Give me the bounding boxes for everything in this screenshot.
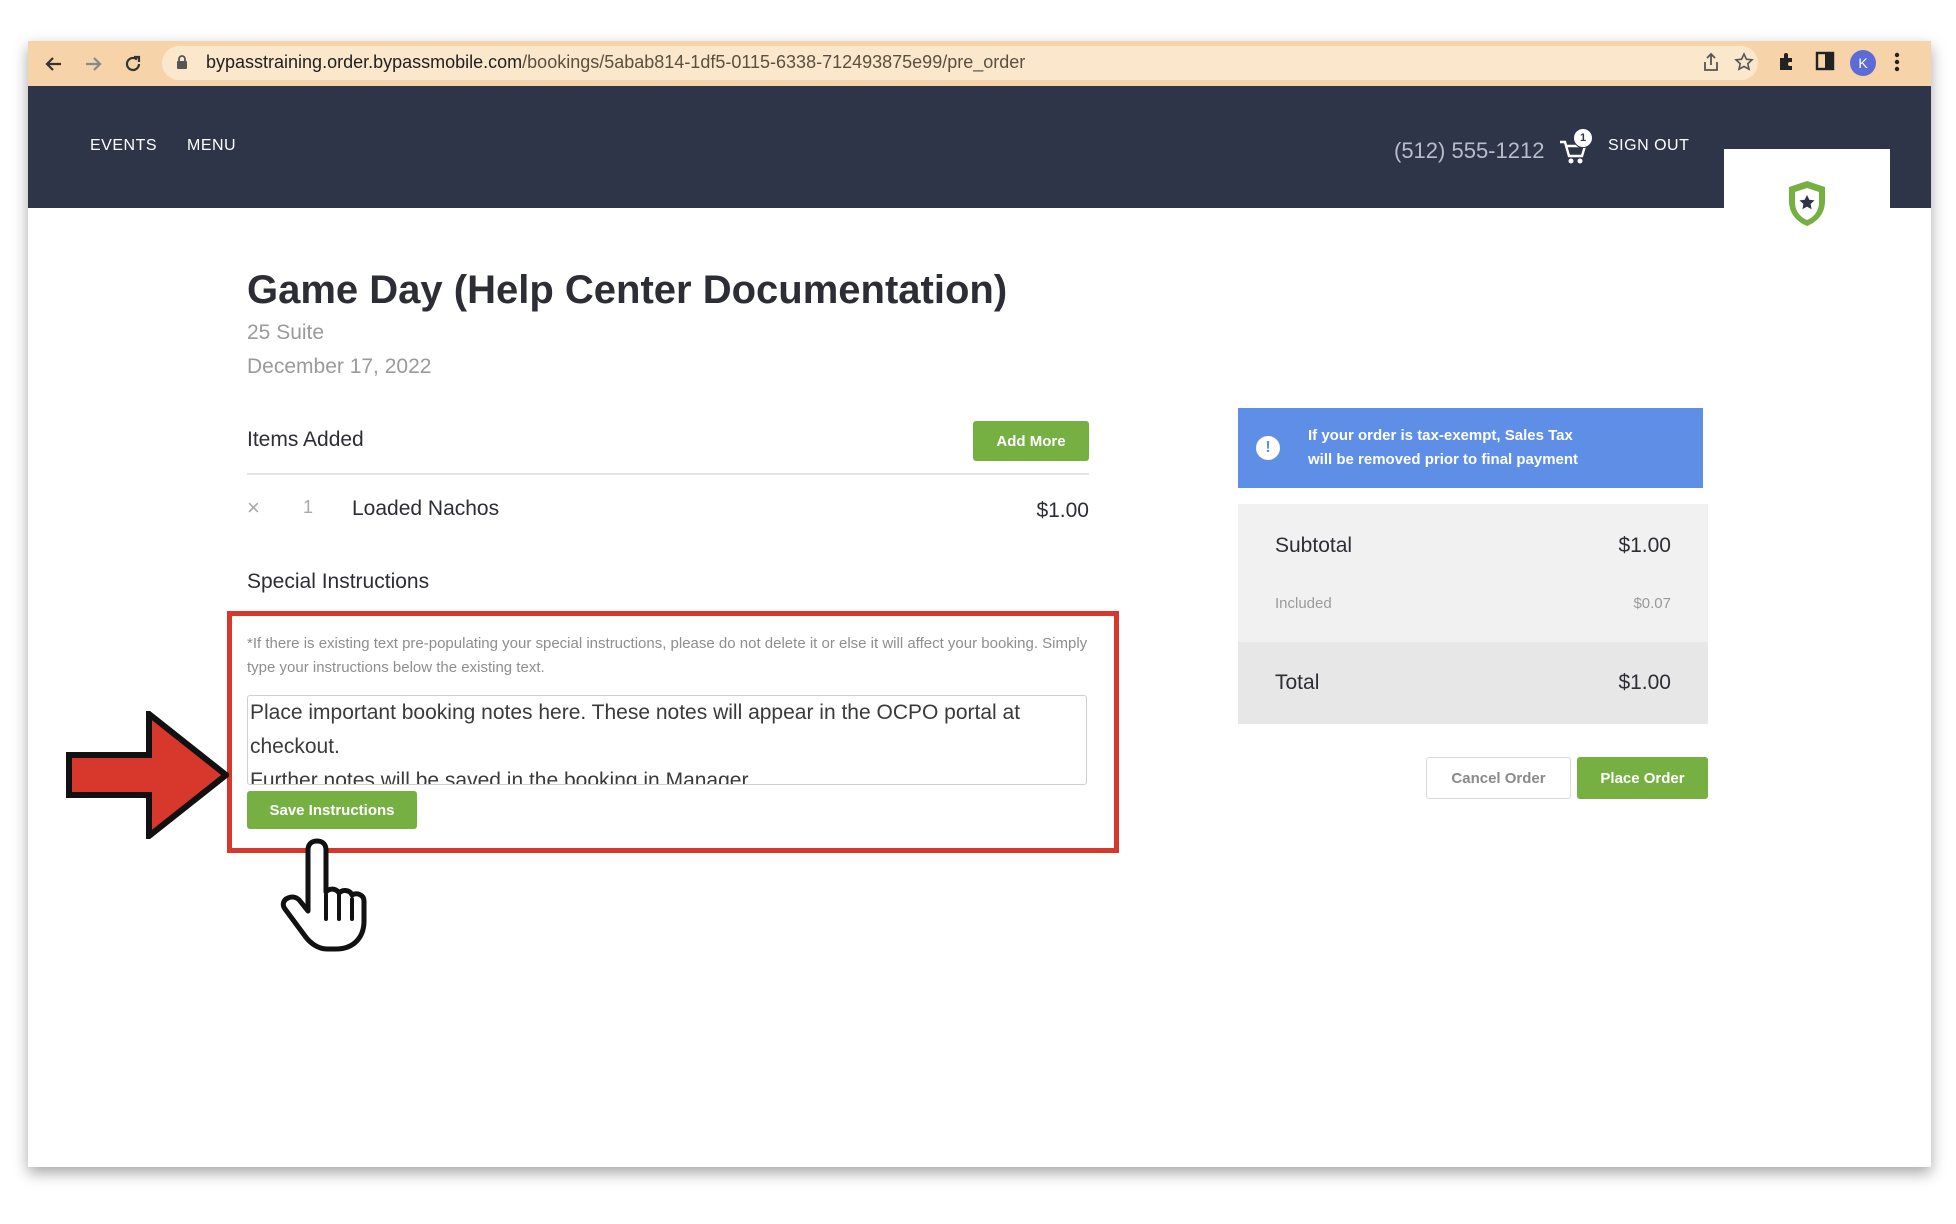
cancel-order-button[interactable]: Cancel Order [1426,757,1571,799]
cart-count-badge: 1 [1573,128,1593,148]
tax-notice-line1: If your order is tax-exempt, Sales Tax [1308,427,1573,444]
item-name: Loaded Nachos [352,497,500,520]
included-tax-label: Included [1275,595,1332,612]
brand-logo[interactable] [1724,149,1890,257]
nav-menu[interactable]: MENU [187,137,236,155]
back-icon[interactable] [41,51,67,77]
shield-logo-icon [1789,181,1825,226]
address-bar[interactable]: bypasstraining.order.bypassmobile.com/bo… [162,46,1758,80]
profile-avatar[interactable]: K [1850,50,1876,76]
total-value: $1.00 [1618,671,1671,694]
place-order-button[interactable]: Place Order [1577,757,1708,799]
share-icon[interactable] [1702,52,1720,77]
reload-icon[interactable] [120,51,146,77]
event-date: December 17, 2022 [247,355,432,378]
nav-events[interactable]: EVENTS [90,137,157,155]
url-path: /bookings/5abab814-1df5-0115-6338-712493… [522,52,1026,72]
items-divider [247,473,1089,475]
extensions-icon[interactable] [1776,51,1798,78]
site-header: EVENTS MENU (512) 555-1212 1 SIGN OUT [28,86,1931,257]
forward-icon[interactable] [80,51,106,77]
tax-notice-line2: will be removed prior to final payment [1308,451,1579,468]
item-quantity: 1 [303,497,314,517]
phone-number: (512) 555-1212 [1394,138,1545,163]
url-text: bypasstraining.order.bypassmobile.com/bo… [206,52,1025,73]
items-heading: Items Added [247,428,364,451]
browser-toolbar: bypasstraining.order.bypassmobile.com/bo… [28,41,1931,86]
url-domain: bypasstraining.order.bypassmobile.com [206,52,523,72]
browser-window: bypasstraining.order.bypassmobile.com/bo… [28,41,1931,1167]
lock-icon [176,55,188,75]
included-tax-value: $0.07 [1633,595,1671,612]
red-arrow-annotation [66,711,229,839]
total-label: Total [1275,671,1320,694]
order-summary: Subtotal $1.00 Included $0.07 Total $1.0… [1238,504,1708,724]
add-more-button[interactable]: Add More [973,421,1089,461]
highlight-frame [227,611,1119,853]
pointing-hand-icon [280,838,367,952]
tax-exempt-notice: ! If your order is tax-exempt, Sales Tax… [1238,408,1703,488]
item-price: $1.00 [1036,499,1089,522]
page-title: Game Day (Help Center Documentation) [247,268,1008,312]
instructions-heading: Special Instructions [247,570,430,593]
event-suite: 25 Suite [247,321,325,344]
side-panel-icon[interactable] [1815,51,1835,76]
sign-out-link[interactable]: SIGN OUT [1608,137,1689,155]
subtotal-value: $1.00 [1618,534,1671,557]
info-alert-icon: ! [1256,436,1280,460]
subtotal-label: Subtotal [1275,534,1353,557]
remove-item-icon[interactable]: × [247,495,260,521]
tax-notice-text: If your order is tax-exempt, Sales Tax w… [1308,424,1578,472]
bookmark-star-icon[interactable] [1734,52,1754,77]
kebab-menu-icon[interactable] [1894,51,1900,78]
